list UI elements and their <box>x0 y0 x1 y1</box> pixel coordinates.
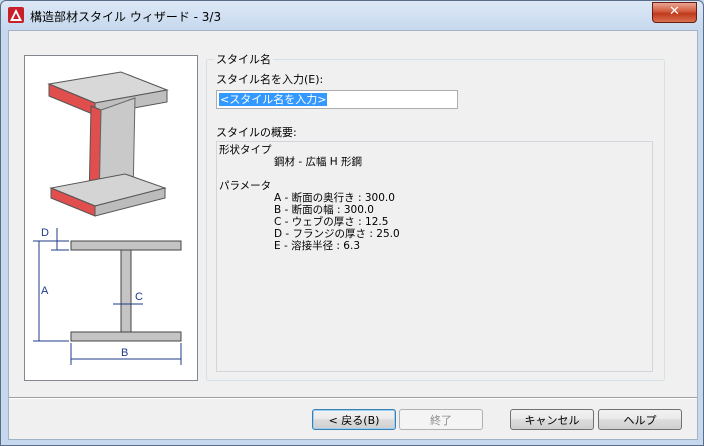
style-name-value: <スタイル名を入力> <box>219 93 328 106</box>
section-web <box>120 249 132 333</box>
shape-type-label: 形状タイプ <box>219 144 272 156</box>
back-button[interactable]: < 戻る(B) <box>312 409 396 430</box>
dim-label-a: A <box>41 285 49 297</box>
style-summary-box: 形状タイプ 鋼材 - 広幅 H 形鋼 パラメータ A - 断面の奥行き : 30… <box>216 141 653 372</box>
dim-label-d: D <box>41 227 49 239</box>
window-title: 構造部材スタイル ウィザード - 3/3 <box>30 10 222 24</box>
param-row: D - フランジの厚さ : 25.0 <box>274 228 400 240</box>
param-row: A - 断面の奥行き : 300.0 <box>274 192 395 204</box>
h-section-2d <box>70 240 182 342</box>
section-preview-panel: A B C D <box>24 55 198 381</box>
wizard-window: 構造部材スタイル ウィザード - 3/3 ✕ A B C D スタイル名 スタイ… <box>0 0 704 446</box>
group-title: スタイル名 <box>214 51 273 67</box>
param-row: C - ウェブの厚さ : 12.5 <box>274 216 389 228</box>
shape-type-value: 鋼材 - 広幅 H 形鋼 <box>274 156 363 168</box>
dim-label-c: C <box>135 291 143 303</box>
help-button[interactable]: ヘルプ <box>598 409 682 430</box>
summary-label: スタイルの概要: <box>216 126 297 139</box>
h-beam-illustration: A B C D <box>33 71 182 365</box>
section-bottom-flange <box>70 331 182 342</box>
title-bar[interactable]: 構造部材スタイル ウィザード - 3/3 ✕ <box>1 1 703 29</box>
dim-label-b: B <box>121 347 128 359</box>
app-logo-icon <box>8 7 24 23</box>
params-label: パラメータ <box>219 180 272 192</box>
dialog-client: A B C D スタイル名 スタイル名を入力(E): <スタイル名を入力> スタ… <box>8 30 698 440</box>
close-icon: ✕ <box>669 4 680 19</box>
style-name-input[interactable]: <スタイル名を入力> <box>216 90 458 109</box>
param-row: B - 断面の幅 : 300.0 <box>274 204 374 216</box>
button-separator <box>9 397 697 399</box>
style-name-label: スタイル名を入力(E): <box>216 73 324 86</box>
cancel-button[interactable]: キャンセル <box>510 409 594 430</box>
param-row: E - 溶接半径 : 6.3 <box>274 240 361 252</box>
close-button[interactable]: ✕ <box>652 2 697 23</box>
finish-button[interactable]: 終了 <box>399 409 483 430</box>
section-top-flange <box>70 240 182 251</box>
